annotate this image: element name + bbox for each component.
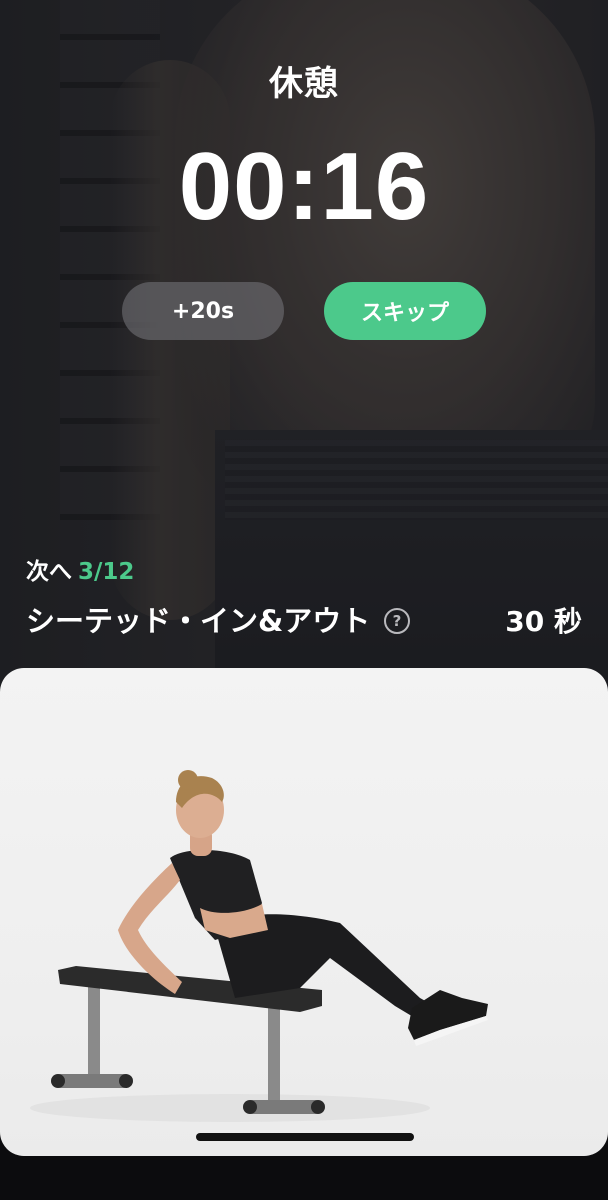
bench-cap-1 [51, 1074, 65, 1088]
next-exercise-label: 次へ 3/12 [26, 552, 134, 586]
question-circle-icon[interactable]: ? [384, 608, 410, 634]
floor-shadow [30, 1094, 430, 1122]
bottom-bar [0, 1156, 608, 1200]
exercise-demo-illustration [30, 770, 488, 1122]
exercise-demo-card[interactable] [0, 668, 608, 1156]
rest-timer: 00:16 [178, 133, 430, 240]
exercise-name: シーテッド・イン&アウト [26, 604, 371, 638]
add-time-button[interactable]: +20s [122, 282, 284, 340]
bench-cap-2 [119, 1074, 133, 1088]
exercise-duration: 30 秒 [505, 605, 582, 638]
hair-bun [178, 770, 198, 790]
next-progress: 3/12 [78, 559, 135, 585]
rest-screen: 休憩 00:16 +20s スキップ 次へ 3/12 シーテッド・イン&アウト ?… [0, 0, 608, 1200]
bench-foot-left [54, 1074, 130, 1088]
bench-cap-3 [243, 1100, 257, 1114]
bench-leg-left [88, 986, 100, 1081]
bench-cap-4 [311, 1100, 325, 1114]
rest-title: 休憩 [269, 64, 339, 104]
next-label-text: 次へ [26, 559, 72, 585]
bench-foot-right [246, 1100, 322, 1114]
home-indicator[interactable] [196, 1133, 414, 1141]
skip-button[interactable]: スキップ [324, 282, 486, 340]
bench-leg-right [268, 1006, 280, 1106]
